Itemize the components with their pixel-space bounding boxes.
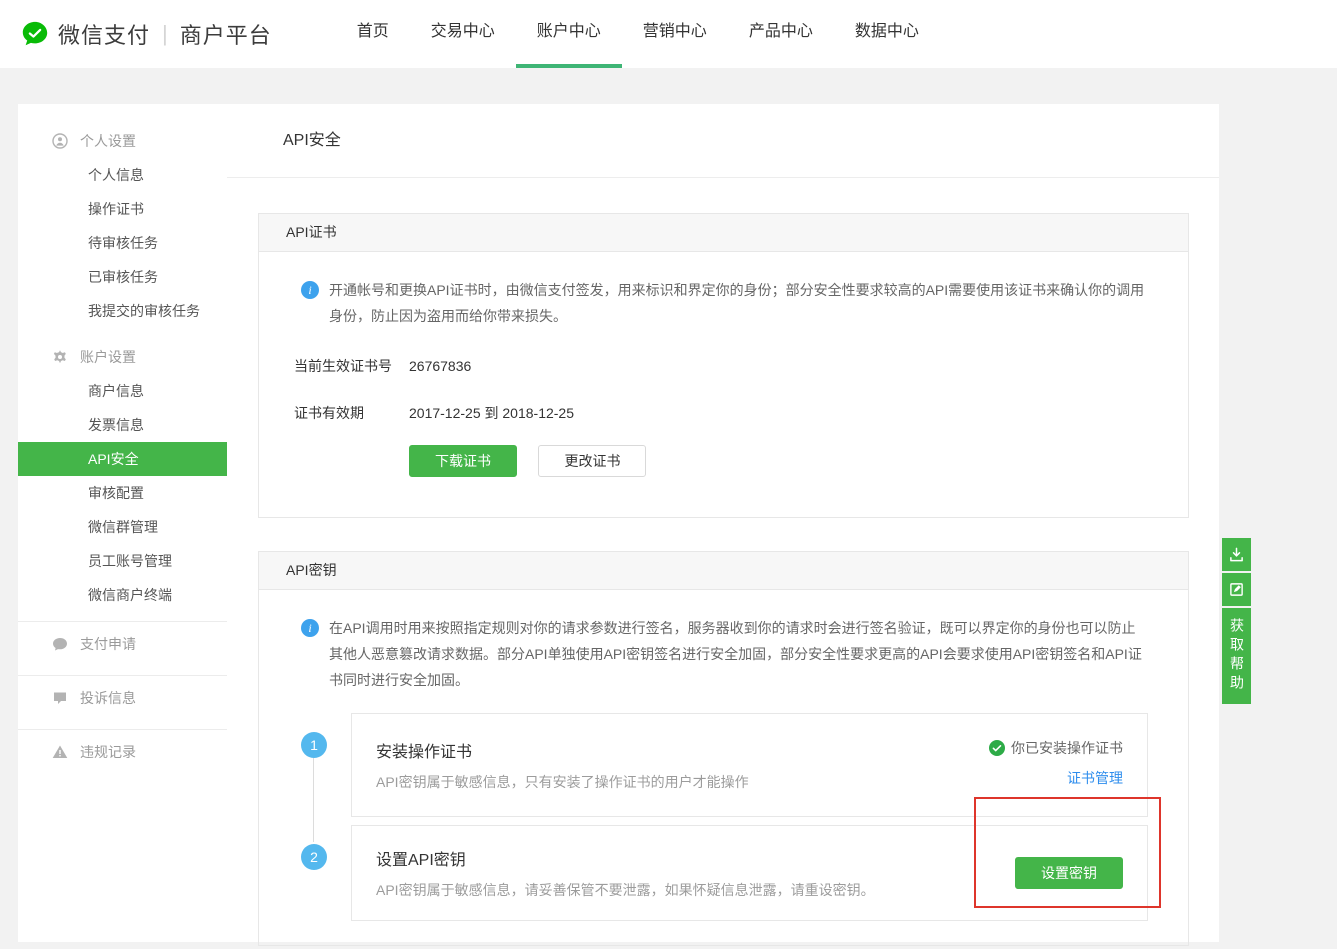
sidebar-item-wechat-group-mgmt[interactable]: 微信群管理 — [18, 510, 227, 544]
sidebar-group-violation-records[interactable]: 违规记录 — [18, 730, 227, 774]
main-content: API安全 API证书 i 开通帐号和更换API证书时，由微信支付签发，用来标识… — [227, 104, 1219, 942]
sidebar-group-label: 违规记录 — [80, 742, 136, 762]
edit-form-icon — [1229, 582, 1244, 597]
cert-number-value: 26767836 — [409, 356, 471, 376]
sidebar-item-merchant-info[interactable]: 商户信息 — [18, 374, 227, 408]
step-2-badge: 2 — [301, 844, 327, 870]
cert-validity-value: 2017-12-25 到 2018-12-25 — [409, 403, 574, 423]
sidebar-group-complaint-info[interactable]: 投诉信息 — [18, 676, 227, 720]
nav-item-marketing-center[interactable]: 营销中心 — [622, 0, 728, 68]
nav-item-account-center[interactable]: 账户中心 — [516, 0, 622, 68]
sidebar-group-personal-settings[interactable]: 个人设置 — [18, 124, 227, 158]
sidebar-item-operation-cert[interactable]: 操作证书 — [18, 192, 227, 226]
info-icon: i — [301, 281, 319, 299]
download-cert-button[interactable]: 下载证书 — [409, 445, 517, 477]
cert-number-label: 当前生效证书号 — [294, 356, 409, 376]
sidebar-group-label: 支付申请 — [80, 634, 136, 654]
sidebar-item-personal-info[interactable]: 个人信息 — [18, 158, 227, 192]
sidebar: 个人设置 个人信息 操作证书 待审核任务 已审核任务 我提交的审核任务 账户设置… — [18, 104, 227, 942]
sidebar-item-api-security[interactable]: API安全 — [18, 442, 227, 476]
nav-item-data-center[interactable]: 数据中心 — [834, 0, 940, 68]
top-header: 微信支付 | 商户平台 首页 交易中心 账户中心 营销中心 产品中心 数据中心 — [0, 0, 1337, 68]
step-set-api-key: 2 设置API密钥 API密钥属于敏感信息，请妥善保管不要泄露，如果怀疑信息泄露… — [294, 825, 1148, 921]
sidebar-group-account-settings[interactable]: 账户设置 — [18, 340, 227, 374]
sidebar-item-pending-tasks[interactable]: 待审核任务 — [18, 226, 227, 260]
get-help-button[interactable]: 获取帮助 — [1222, 608, 1251, 704]
sidebar-group-label: 投诉信息 — [80, 688, 136, 708]
sidebar-item-review-config[interactable]: 审核配置 — [18, 476, 227, 510]
feedback-form-button[interactable] — [1222, 573, 1251, 606]
main-nav: 首页 交易中心 账户中心 营销中心 产品中心 数据中心 — [336, 0, 940, 68]
api-key-section-title: API密钥 — [259, 552, 1188, 590]
api-key-steps: 1 安装操作证书 API密钥属于敏感信息，只有安装了操作证书的用户才能操作 — [294, 713, 1148, 921]
change-cert-button[interactable]: 更改证书 — [538, 445, 646, 477]
api-cert-section-title: API证书 — [259, 214, 1188, 252]
step-1-badge: 1 — [301, 732, 327, 758]
api-key-description: 在API调用时用来按照指定规则对你的请求参数进行签名，服务器收到你的请求时会进行… — [329, 615, 1148, 693]
sidebar-item-my-submitted-tasks[interactable]: 我提交的审核任务 — [18, 294, 227, 328]
step-1-title: 安装操作证书 — [376, 738, 749, 762]
brand-divider: | — [162, 21, 168, 47]
download-icon — [1229, 547, 1244, 562]
step-2-description: API密钥属于敏感信息，请妥善保管不要泄露，如果怀疑信息泄露，请重设密钥。 — [376, 880, 875, 900]
cert-installed-text: 你已安装操作证书 — [1011, 738, 1123, 758]
sidebar-group-payment-application[interactable]: 支付申请 — [18, 622, 227, 666]
step-install-cert: 1 安装操作证书 API密钥属于敏感信息，只有安装了操作证书的用户才能操作 — [294, 713, 1148, 817]
wechat-pay-logo[interactable]: 微信支付 | 商户平台 — [20, 18, 272, 50]
set-api-key-button[interactable]: 设置密钥 — [1015, 857, 1123, 889]
chat-bubble-icon — [52, 636, 68, 652]
warning-triangle-icon — [52, 744, 68, 760]
person-circle-icon — [52, 133, 68, 149]
message-square-icon — [52, 690, 68, 706]
sidebar-item-reviewed-tasks[interactable]: 已审核任务 — [18, 260, 227, 294]
nav-item-product-center[interactable]: 产品中心 — [728, 0, 834, 68]
platform-text: 商户平台 — [180, 18, 272, 50]
cert-management-link[interactable]: 证书管理 — [1067, 768, 1123, 788]
check-circle-icon — [989, 740, 1005, 756]
brand-text: 微信支付 — [58, 18, 150, 50]
step-1-description: API密钥属于敏感信息，只有安装了操作证书的用户才能操作 — [376, 772, 749, 792]
step-2-title: 设置API密钥 — [376, 846, 875, 870]
info-icon: i — [301, 619, 319, 637]
floating-help-bar: 获取帮助 — [1222, 538, 1251, 704]
cert-installed-status: 你已安装操作证书 — [989, 738, 1123, 758]
sidebar-item-invoice-info[interactable]: 发票信息 — [18, 408, 227, 442]
sidebar-item-wechat-merchant-terminal[interactable]: 微信商户终端 — [18, 578, 227, 612]
download-tool-button[interactable] — [1222, 538, 1251, 571]
page-title: API安全 — [227, 104, 1219, 178]
api-cert-description: 开通帐号和更换API证书时，由微信支付签发，用来标识和界定你的身份；部分安全性要… — [329, 277, 1148, 329]
api-key-section: API密钥 i 在API调用时用来按照指定规则对你的请求参数进行签名，服务器收到… — [258, 551, 1189, 946]
cert-validity-label: 证书有效期 — [294, 403, 409, 423]
sidebar-group-label: 账户设置 — [80, 347, 136, 367]
gear-icon — [52, 349, 68, 365]
sidebar-group-label: 个人设置 — [80, 131, 136, 151]
sidebar-item-staff-account-mgmt[interactable]: 员工账号管理 — [18, 544, 227, 578]
wechat-logo-icon — [20, 19, 50, 49]
nav-item-home[interactable]: 首页 — [336, 0, 410, 68]
nav-item-transaction-center[interactable]: 交易中心 — [410, 0, 516, 68]
api-cert-section: API证书 i 开通帐号和更换API证书时，由微信支付签发，用来标识和界定你的身… — [258, 213, 1189, 518]
